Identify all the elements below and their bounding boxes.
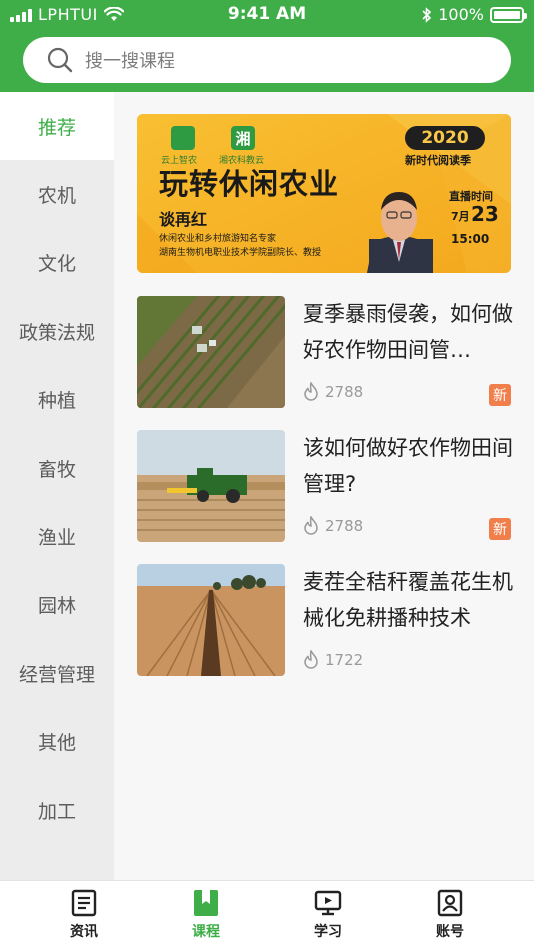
bookmark-icon [194,890,218,916]
sidebar-item-machinery[interactable]: 农机 [0,160,114,228]
speaker-desc-2: 湖南生物机电职业技术学院副院长、教授 [159,248,322,258]
logo-xiang: 湘 [231,126,255,150]
course-title[interactable]: 夏季暴雨侵袭，如何做好农作物田间管… [303,296,513,368]
tab-news-label: 资讯 [70,924,98,940]
battery-icon [490,6,527,23]
tab-news[interactable]: 资讯 [44,889,124,941]
search-bar[interactable]: 搜一搜课程 [23,37,511,83]
sidebar-item-culture[interactable]: 文化 [0,229,114,297]
flame-icon [304,516,318,535]
tab-account-label: 账号 [436,924,464,940]
sidebar-item-gardening[interactable]: 园林 [0,571,114,639]
promo-banner[interactable]: 湘 云上智农 湘农科教云 玩转休闲农业 2020 新时代阅读季 谈再红 休闲农业… [137,114,511,273]
new-badge: 新 [489,518,511,540]
tab-courses-label: 课程 [192,924,220,940]
flame-icon [304,382,318,401]
bluetooth-icon [422,6,432,23]
news-icon [71,889,97,917]
sidebar-item-other[interactable]: 其他 [0,708,114,776]
speaker-name: 谈再红 [159,210,208,229]
sidebar-item-management[interactable]: 经营管理 [0,639,114,707]
sidebar-item-livestock[interactable]: 畜牧 [0,434,114,502]
logo-yunshang [171,126,195,150]
sidebar-item-processing[interactable]: 加工 [0,776,114,844]
course-list: 湘 云上智农 湘农科教云 玩转休闲农业 2020 新时代阅读季 谈再红 休闲农业… [114,92,534,880]
tab-study-label: 学习 [314,924,342,940]
course-thumbnail [137,430,285,542]
course-title[interactable]: 麦茬全秸秆覆盖花生机械化免耕播种技术 [303,564,513,636]
live-day: 23 [471,202,499,226]
tab-study[interactable]: 学习 [288,889,368,941]
flame-icon [304,650,318,669]
course-card[interactable]: 该如何做好农作物田间管理? 2788 新 [137,430,513,542]
sidebar-item-policy[interactable]: 政策法规 [0,297,114,365]
live-time: 15:00 [451,232,490,246]
status-bar: LPHTUI 9:41 AM 100% [0,0,534,30]
event-subtitle: 新时代阅读季 [405,154,471,167]
tab-account[interactable]: 账号 [410,889,490,941]
course-title[interactable]: 该如何做好农作物田间管理? [303,430,513,502]
speaker-desc-1: 休闲农业和乡村旅游知名专家 [159,234,277,244]
tab-courses[interactable]: 课程 [166,889,246,941]
search-input[interactable]: 搜一搜课程 [85,47,175,73]
course-card[interactable]: 麦茬全秸秆覆盖花生机械化免耕播种技术 1722 [137,564,513,676]
account-icon [437,889,463,917]
live-month: 7月 [451,210,470,223]
sidebar-item-recommend[interactable]: 推荐 [0,92,114,161]
view-count: 1722 [325,651,364,669]
course-thumbnail [137,296,285,408]
banner-title: 玩转休闲农业 [159,167,340,201]
view-count: 2788 [325,383,364,401]
sidebar-item-planting[interactable]: 种植 [0,366,114,434]
new-badge: 新 [489,384,511,406]
category-sidebar: 推荐 农机 文化 政策法规 种植 畜牧 渔业 园林 经营管理 其他 加工 [0,92,114,880]
course-thumbnail [137,564,285,676]
course-card[interactable]: 夏季暴雨侵袭，如何做好农作物田间管… 2788 新 [137,296,513,408]
bottom-tab-bar: 资讯 课程 学习 账号 [0,880,534,950]
year-badge: 2020 [405,126,485,150]
battery-percent: 100% [438,5,484,24]
sidebar-item-fishery[interactable]: 渔业 [0,502,114,570]
view-count: 2788 [325,517,364,535]
app-header: LPHTUI 9:41 AM 100% 搜一搜课程 [0,0,534,92]
video-play-icon [314,890,342,916]
search-icon [47,47,73,73]
